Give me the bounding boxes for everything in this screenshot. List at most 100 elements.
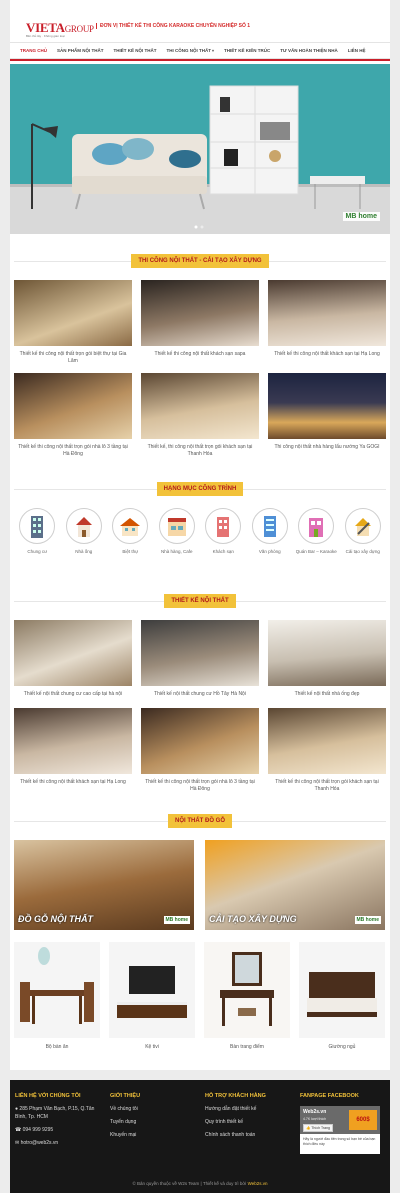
category-label: Cải tạo xây dựng <box>345 549 380 554</box>
category-office[interactable]: Văn phòng <box>247 508 294 555</box>
nav-item-interior-construction[interactable]: Thi công nội thất ▾ <box>167 48 215 53</box>
category-townhouse[interactable]: Nhà ống <box>61 508 108 555</box>
nav-item-consulting[interactable]: Tư vấn hoàn thiện nhà <box>280 48 337 53</box>
product-card[interactable]: Kệ tivi <box>109 942 195 1050</box>
apartment-icon <box>19 508 56 544</box>
section-wood-furniture: NỘI THẤT ĐỒ GỖ ĐỒ GỖ NỘI THẤT MB home CẢ… <box>10 810 390 1070</box>
design-caption: Thiết kế thi công nội thất trọn gói nhà … <box>145 779 255 792</box>
footer-email[interactable]: ✉ hotro@web2s.vn <box>15 1139 100 1147</box>
footer-link[interactable]: Tuyển dụng <box>110 1118 195 1126</box>
nav-item-architecture[interactable]: Thiết kế kiến trúc <box>224 48 270 53</box>
copyright-brand-link[interactable]: Web2s.vn <box>248 1181 268 1186</box>
hero-banner[interactable]: MB home <box>10 64 390 234</box>
design-card[interactable]: Thiết kế nội thất nhà ống đẹp <box>268 620 386 698</box>
bar-icon <box>298 508 335 544</box>
project-card[interactable]: Thiết kế thi công nội thất khách sạn tại… <box>268 280 386 365</box>
footer-link[interactable]: Về chúng tôi <box>110 1105 195 1113</box>
fb-likes: 4.7K lượt thích <box>303 1117 327 1121</box>
product-caption: Kệ tivi <box>145 1044 159 1050</box>
footer-heading: LIÊN HỆ VỚI CHÚNG TÔI <box>15 1093 81 1099</box>
footer-link[interactable]: Quy trình thiết kế <box>205 1118 295 1126</box>
promo-banner-text: ĐỒ GỖ NỘI THẤT <box>18 914 93 924</box>
nav-label: Sản phẩm nội thất <box>57 48 104 53</box>
project-thumbnail <box>141 373 259 439</box>
design-card[interactable]: Thiết kế thi công nội thất khách sạn tại… <box>14 708 132 793</box>
footer-phone[interactable]: ☎ 094 999 9295 <box>15 1126 100 1134</box>
category-label: Quán Bar – Karaoke <box>295 549 337 554</box>
hero-badge: MB home <box>342 212 380 221</box>
category-villa[interactable]: Biệt thự <box>107 508 154 555</box>
project-thumbnail <box>14 280 132 346</box>
fb-like-label: Thích Trang <box>311 1126 330 1130</box>
design-card[interactable]: Thiết kế thi công nội thất trọn gói khác… <box>268 708 386 793</box>
category-icons: Chung cư Nhà ống Biệt thự Nhà hàng, Cafe… <box>14 508 386 555</box>
fb-like-button[interactable]: 👍 Thích Trang <box>303 1124 333 1132</box>
nav-item-products[interactable]: Sản phẩm nội thất <box>57 48 104 53</box>
promo-banner-text: CẢI TẠO XÂY DỰNG <box>209 914 297 924</box>
nav-label: Thiết kế kiến trúc <box>224 48 271 53</box>
nav-item-contact[interactable]: Liên hệ <box>348 48 366 53</box>
section-interior-design: THIẾT KẾ NỘI THẤT Thiết kế nội thất chun… <box>10 580 390 810</box>
footer-link[interactable]: Khuyến mại <box>110 1131 195 1139</box>
logo-main: VIETA <box>26 20 65 35</box>
section-construction: THI CÔNG NỘI THẤT - CẢI TẠO XÂY DỰNG Thi… <box>10 234 390 470</box>
category-apartment[interactable]: Chung cư <box>14 508 61 555</box>
footer-link[interactable]: Chính sách thanh toán <box>205 1131 295 1139</box>
design-thumbnail <box>268 620 386 686</box>
footer-link[interactable]: Hướng dẫn đặt thiết kế <box>205 1105 295 1113</box>
email-text: hotro@web2s.vn <box>20 1140 59 1146</box>
product-thumbnail <box>14 942 100 1038</box>
design-thumbnail <box>141 708 259 774</box>
chevron-down-icon: ▾ <box>212 48 215 53</box>
product-thumbnail <box>109 942 195 1038</box>
project-caption: Thi công nội thất nhà hàng lẩu nướng Ya … <box>274 444 380 450</box>
project-card[interactable]: Thi công nội thất nhà hàng lẩu nướng Ya … <box>268 373 386 458</box>
project-card[interactable]: Thiết kế, thi công nội thất trọn gói khá… <box>141 373 259 458</box>
design-grid: Thiết kế nội thất chung cư cao cấp tại h… <box>14 620 386 793</box>
section-heading: THI CÔNG NỘI THẤT - CẢI TẠO XÂY DỰNG <box>10 254 390 268</box>
category-renovation[interactable]: Cải tạo xây dựng <box>340 508 387 555</box>
category-bar-karaoke[interactable]: Quán Bar – Karaoke <box>293 508 340 555</box>
fb-promo: 600$ <box>349 1110 377 1130</box>
address-text: 285 Phạm Văn Bạch, P.15, Q.Tân Bình, Tp.… <box>15 1106 95 1120</box>
fb-page-name: Web2s.vn <box>303 1109 327 1115</box>
design-card[interactable]: Thiết kế nội thất chung cư cao cấp tại h… <box>14 620 132 698</box>
promo-banner-renovation[interactable]: CẢI TẠO XÂY DỰNG MB home <box>205 840 385 930</box>
design-card[interactable]: Thiết kế nội thất chung cư Hồ Tây Hà Nội <box>141 620 259 698</box>
logo-tagline: Bền thủ tây · Không gian loại <box>26 34 65 38</box>
design-card[interactable]: Thiết kế thi công nội thất trọn gói nhà … <box>141 708 259 793</box>
design-thumbnail <box>14 708 132 774</box>
footer-intro: GIỚI THIỆU Về chúng tôi Tuyển dụng Khuyế… <box>110 1092 195 1144</box>
hotel-icon <box>205 508 242 544</box>
project-card[interactable]: Thiết kế thi công nội thất khách sạn sap… <box>141 280 259 365</box>
product-card[interactable]: Bàn trang điểm <box>204 942 290 1050</box>
nav-item-home[interactable]: Trang chủ <box>20 48 47 53</box>
phone-text: 094 999 9295 <box>22 1127 54 1133</box>
category-label: Nhà ống <box>75 549 93 554</box>
design-thumbnail <box>268 708 386 774</box>
footer-heading: FANPAGE FACEBOOK <box>300 1093 359 1099</box>
product-thumbnail <box>299 942 385 1038</box>
category-label: Chung cư <box>27 549 48 554</box>
promo-banner-wood[interactable]: ĐỒ GỖ NỘI THẤT MB home <box>14 840 194 930</box>
page-root: VIETAGROUP Bền thủ tây · Không gian loại… <box>0 0 400 1193</box>
facebook-cover: Web2s.vn 4.7K lượt thích 👍 Thích Trang 6… <box>300 1106 380 1134</box>
section-title: THIẾT KẾ NỘI THẤT <box>164 594 236 608</box>
nav-underline <box>10 59 390 61</box>
facebook-widget[interactable]: Web2s.vn 4.7K lượt thích 👍 Thích Trang 6… <box>300 1106 380 1154</box>
category-hotel[interactable]: Khách sạn <box>200 508 247 555</box>
project-card[interactable]: Thiết kế thi công nội thất trọn gói biệt… <box>14 280 132 365</box>
nav-item-interior-design[interactable]: Thiết kế nội thất <box>114 48 157 53</box>
product-grid: Bộ bàn ăn Kệ tivi Bàn trang điểm Giường … <box>14 942 386 1050</box>
footer-contact: LIÊN HỆ VỚI CHÚNG TÔI ● 285 Phạm Văn Bạc… <box>15 1092 100 1152</box>
design-caption: Thiết kế thi công nội thất trọn gói khác… <box>275 779 379 792</box>
category-restaurant[interactable]: Nhà hàng, Cafe <box>154 508 201 555</box>
nav-label: Trang chủ <box>20 48 47 53</box>
header-tagline: ĐƠN VỊ THIẾT KẾ THI CÔNG KARAOKE CHUYÊN … <box>96 23 250 29</box>
product-caption: Bộ bàn ăn <box>45 1044 69 1050</box>
section-heading: NỘI THẤT ĐỒ GỖ <box>10 814 390 828</box>
product-card[interactable]: Giường ngủ <box>299 942 385 1050</box>
project-thumbnail <box>14 373 132 439</box>
product-card[interactable]: Bộ bàn ăn <box>14 942 100 1050</box>
project-card[interactable]: Thiết kế thi công nội thất trọn gói nhà … <box>14 373 132 458</box>
